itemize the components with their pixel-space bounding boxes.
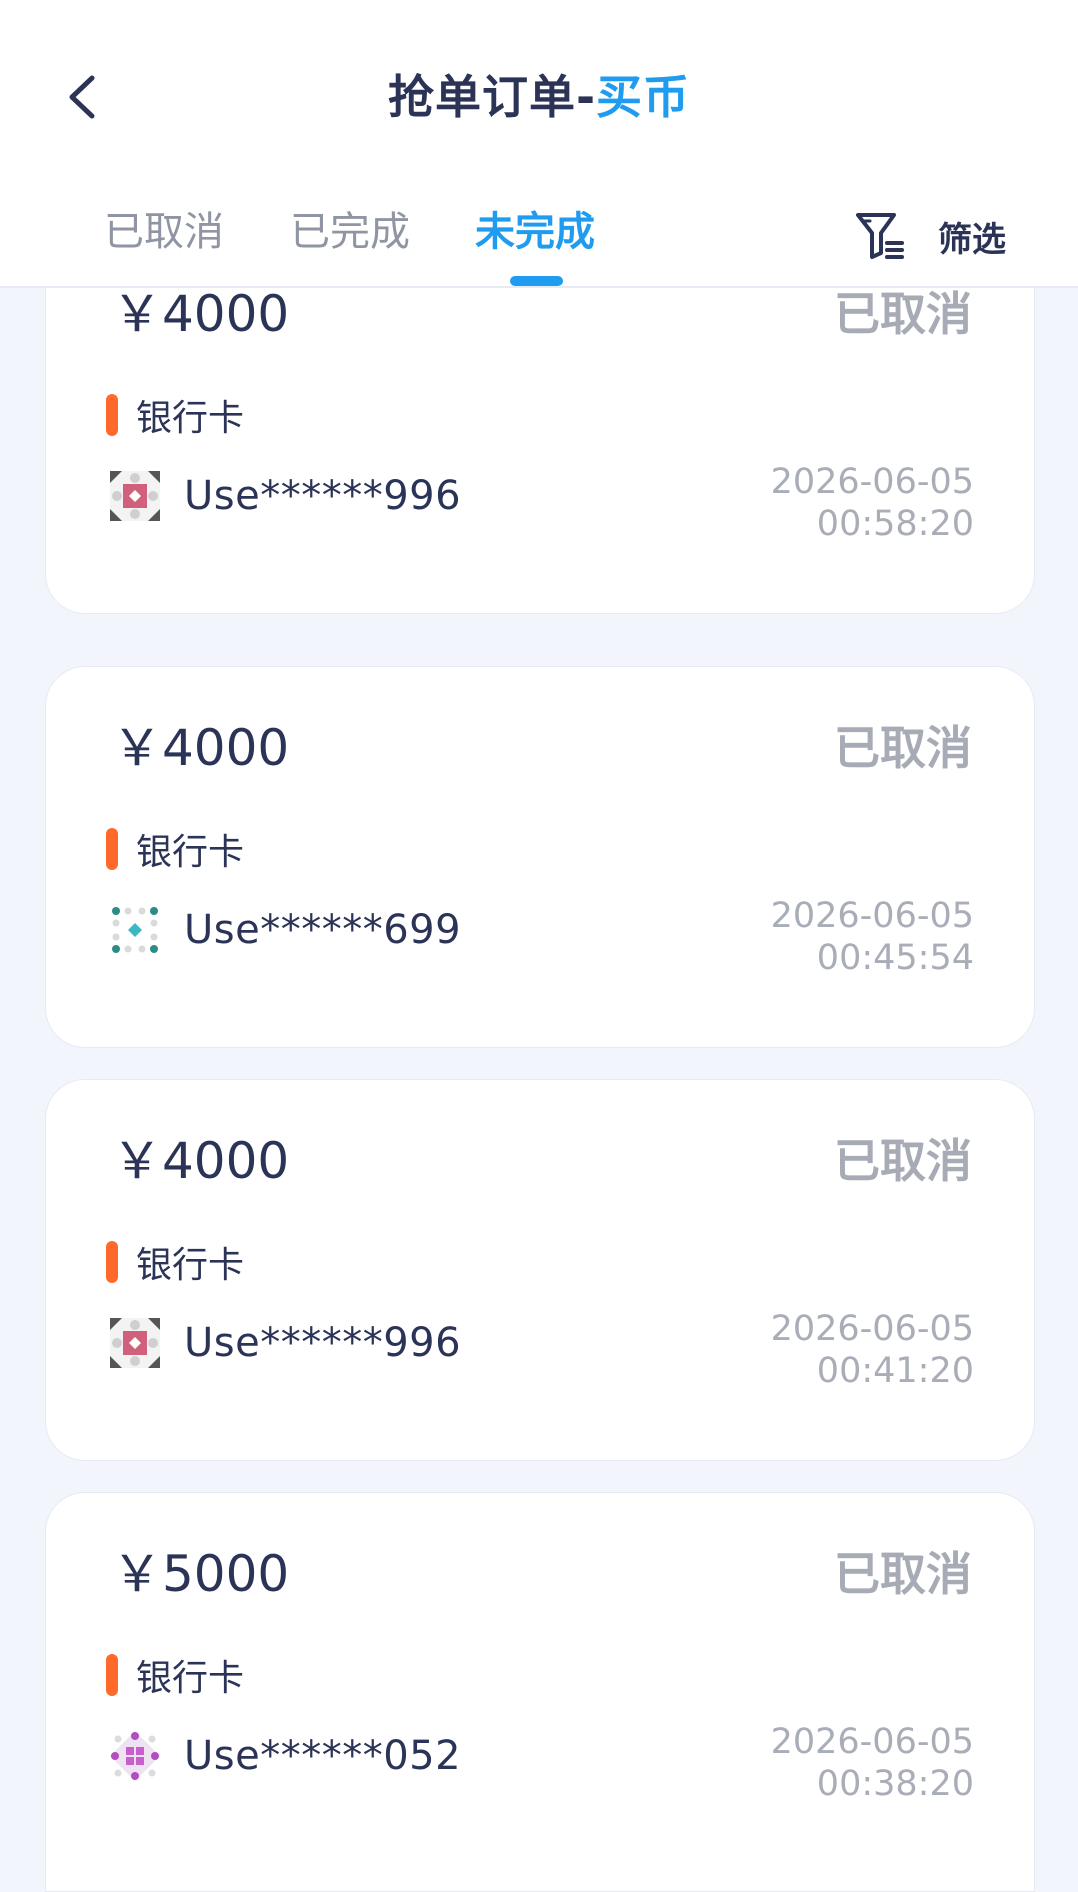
payment-method-label: 银行卡 bbox=[136, 398, 245, 439]
tab-completed[interactable]: 已完成 bbox=[290, 200, 410, 264]
filter-label: 筛选 bbox=[938, 219, 1006, 260]
order-amount: ￥4000 bbox=[112, 285, 290, 343]
order-timestamp: 2026-06-05 00:41:20 bbox=[771, 1308, 974, 1392]
payment-method: 银行卡 bbox=[106, 1236, 244, 1288]
payment-method-marker bbox=[106, 1241, 118, 1283]
order-status: 已取消 bbox=[834, 1134, 972, 1188]
user-name: Use******699 bbox=[184, 907, 462, 953]
pink-identicon-avatar bbox=[110, 471, 160, 521]
payment-method-marker bbox=[106, 394, 118, 436]
funnel-filter-icon bbox=[856, 213, 904, 259]
user-name: Use******996 bbox=[184, 1320, 462, 1366]
user-name: Use******052 bbox=[184, 1733, 462, 1779]
teal-identicon-avatar bbox=[110, 905, 160, 955]
pink-identicon-avatar bbox=[110, 1318, 160, 1368]
order-date: 2026-06-05 bbox=[770, 1722, 974, 1762]
payment-method: 银行卡 bbox=[106, 389, 244, 441]
order-time: 00:38:20 bbox=[816, 1764, 974, 1804]
purple-identicon-avatar bbox=[110, 1731, 160, 1781]
order-card[interactable]: ￥4000 已取消 银行卡 Use******699 2026-06-05 00… bbox=[45, 666, 1035, 1048]
payment-method-marker bbox=[106, 828, 118, 870]
order-time: 00:45:54 bbox=[816, 938, 974, 978]
user-info: Use******699 bbox=[110, 905, 461, 955]
order-card[interactable]: ￥4000 已取消 银行卡 Use******996 2026-06-05 00… bbox=[45, 232, 1035, 614]
user-info: Use******996 bbox=[110, 1318, 461, 1368]
user-info: Use******052 bbox=[110, 1731, 461, 1781]
page-title-prefix: 抢单订单- bbox=[387, 70, 597, 124]
page-title-accent: 买币 bbox=[596, 70, 691, 124]
order-status: 已取消 bbox=[834, 287, 972, 341]
order-timestamp: 2026-06-05 00:38:20 bbox=[771, 1721, 974, 1805]
order-amount: ￥5000 bbox=[112, 1545, 290, 1603]
order-date: 2026-06-05 bbox=[770, 896, 974, 936]
order-amount: ￥4000 bbox=[112, 1132, 290, 1190]
tab-cancelled[interactable]: 已取消 bbox=[104, 200, 224, 264]
user-name: Use******996 bbox=[184, 473, 462, 519]
order-card[interactable]: ￥5000 已取消 银行卡 Use******052 2026-06-05 00… bbox=[45, 1492, 1035, 1892]
tab-incomplete[interactable]: 未完成 bbox=[475, 200, 595, 264]
order-time: 00:58:20 bbox=[816, 504, 974, 544]
user-info: Use******996 bbox=[110, 471, 461, 521]
order-amount: ￥4000 bbox=[112, 719, 290, 777]
order-timestamp: 2026-06-05 00:58:20 bbox=[771, 461, 974, 545]
payment-method-marker bbox=[106, 1654, 118, 1696]
page-title: 抢单订单-买币 bbox=[0, 62, 1078, 132]
payment-method-label: 银行卡 bbox=[136, 832, 245, 873]
order-status: 已取消 bbox=[834, 721, 972, 775]
payment-method-label: 银行卡 bbox=[136, 1658, 245, 1699]
order-status: 已取消 bbox=[834, 1547, 972, 1601]
order-card[interactable]: ￥4000 已取消 银行卡 Use******996 2026-06-05 00… bbox=[45, 1079, 1035, 1461]
payment-method: 银行卡 bbox=[106, 823, 244, 875]
top-header: 抢单订单-买币 已取消 已完成 未完成 筛选 bbox=[0, 0, 1078, 288]
order-date: 2026-06-05 bbox=[770, 1309, 974, 1349]
order-timestamp: 2026-06-05 00:45:54 bbox=[771, 895, 974, 979]
order-date: 2026-06-05 bbox=[770, 462, 974, 502]
active-tab-indicator bbox=[510, 276, 563, 286]
payment-method: 银行卡 bbox=[106, 1649, 244, 1701]
filter-button[interactable]: 筛选 bbox=[854, 206, 1006, 266]
payment-method-label: 银行卡 bbox=[136, 1245, 245, 1286]
order-time: 00:41:20 bbox=[816, 1351, 974, 1391]
